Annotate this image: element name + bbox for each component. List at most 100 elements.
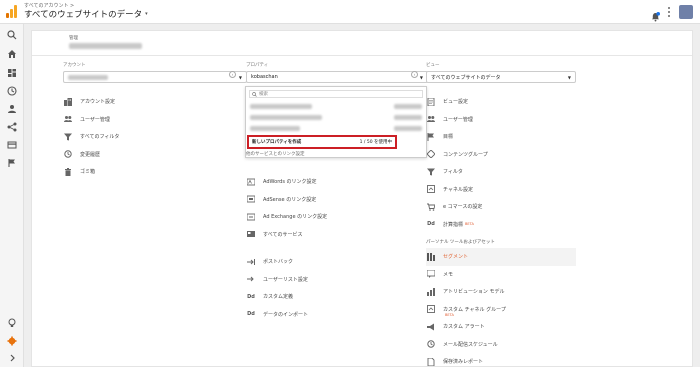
gear-icon[interactable] (7, 336, 17, 346)
menu-item-adwords-link[interactable]: AdWords のリンク設定 (246, 173, 428, 191)
dd-icon: Dd (427, 221, 435, 228)
menu-item-filters[interactable]: フィルタ (426, 163, 576, 181)
dashboard-icon[interactable] (7, 68, 17, 78)
menu-item-goals[interactable]: 目標 (426, 128, 576, 146)
view-column: ビュー すべてのウェブサイトのデータ ▼ ビュー設定 ユーザー管理 目標 コンテ… (426, 62, 576, 367)
view-select[interactable]: すべてのウェブサイトのデータ ▼ (426, 71, 576, 83)
menu-item-custom-channel-grouping[interactable]: カスタム チャネル グループ BETA (426, 301, 576, 319)
menu-item-data-import[interactable]: Dd データのインポート (246, 306, 428, 324)
personal-menu: セグメント メモ アトリビューション モデル カスタム チャネル グループ BE… (426, 248, 576, 367)
property-search-input[interactable]: 検索 (249, 90, 423, 98)
account-column: アカウント ▼ アカウント設定 ユーザー管理 すべてのフィルタ 変更履歴 ゴミ箱 (63, 62, 247, 181)
avatar[interactable] (679, 5, 693, 19)
menu-item-label: 保存済みレポート (443, 359, 484, 366)
more-options-icon[interactable] (667, 7, 671, 17)
menu-item-ecommerce-settings[interactable]: e コマースの設定 (426, 198, 576, 216)
menu-item-custom-alerts[interactable]: カスタム アラート (426, 318, 576, 336)
search-icon (252, 91, 257, 97)
menu-item-label: ポストバック (263, 259, 294, 266)
menu-item-scheduled-emails[interactable]: メール配信スケジュール (426, 336, 576, 354)
dd-icon: Dd (247, 293, 255, 300)
segment-icon (426, 252, 436, 261)
property-menu: AdWords のリンク設定 AdSense のリンク設定 Ad Exchang… (246, 173, 428, 323)
menu-item-trash[interactable]: ゴミ箱 (63, 163, 247, 181)
menu-item-label: コンテンツグループ (443, 151, 488, 158)
grouping-icon (426, 150, 436, 159)
view-select-value: すべてのウェブサイトのデータ (431, 74, 501, 81)
bulb-icon[interactable] (7, 318, 17, 328)
menu-item-view-settings[interactable]: ビュー設定 (426, 93, 576, 111)
view-selector[interactable]: すべてのウェブサイトのデータ ▾ (24, 8, 148, 20)
menu-item-postback[interactable]: ポストバック (246, 253, 428, 271)
admin-panel: 管理 アカウント ▼ アカウント設定 ユーザー管理 すべてのフィルタ 変更履歴 … (31, 30, 693, 367)
menu-item-user-list[interactable]: ユーザーリスト設定 (246, 271, 428, 289)
account-name-redacted (69, 43, 142, 49)
menu-item-label: ユーザー管理 (443, 116, 473, 123)
flow-icon[interactable] (7, 122, 17, 132)
beta-badge: BETA (445, 312, 454, 317)
left-nav-rail (0, 24, 24, 367)
menu-item-label: チャネル設定 (443, 186, 473, 193)
cart-icon (426, 203, 436, 211)
person-icon[interactable] (7, 104, 17, 114)
doc-icon (426, 97, 436, 106)
divider (32, 55, 692, 56)
property-option[interactable] (246, 112, 426, 123)
users-icon (426, 115, 436, 123)
card-icon[interactable] (7, 140, 17, 150)
create-property-label: 新しいプロパティを作成 (252, 140, 302, 145)
view-label: ビュー (426, 63, 440, 68)
menu-item-label: メール配信スケジュール (443, 341, 498, 348)
menu-item-custom-definitions[interactable]: Dd カスタム定義 (246, 288, 428, 306)
account-select[interactable]: ▼ (63, 71, 247, 83)
menu-item-saved-reports[interactable]: 保存済みレポート (426, 353, 576, 367)
clock-icon[interactable] (7, 86, 17, 96)
attribution-icon (426, 287, 436, 296)
menu-item-annotations[interactable]: メモ (426, 266, 576, 284)
search-icon[interactable] (7, 30, 17, 40)
beta-badge: BETA (465, 222, 474, 227)
menu-item-view-users[interactable]: ユーザー管理 (426, 111, 576, 129)
menu-item-adsense-link[interactable]: AdSense のリンク設定 (246, 191, 428, 209)
flag-icon[interactable] (7, 158, 17, 168)
menu-item-label: すべてのサービス (263, 231, 303, 238)
property-option[interactable] (246, 123, 426, 134)
menu-item-segments[interactable]: セグメント (426, 248, 576, 266)
menu-item-channel-settings[interactable]: チャネル設定 (426, 181, 576, 199)
history-icon (63, 150, 73, 158)
menu-item-all-filters[interactable]: すべてのフィルタ (63, 128, 247, 146)
menu-item-user-management[interactable]: ユーザー管理 (63, 111, 247, 129)
menu-item-label: すべてのフィルタ (80, 134, 120, 141)
chevron-right-icon[interactable] (7, 353, 17, 363)
menu-item-all-services[interactable]: すべてのサービス (246, 226, 428, 244)
property-select[interactable]: kobaschan ▼ (246, 71, 428, 83)
adwords-icon (246, 178, 256, 186)
menu-item-label: データのインポート (263, 311, 309, 318)
account-select-redacted (68, 74, 108, 80)
building-icon (63, 97, 73, 106)
menu-item-change-history[interactable]: 変更履歴 (63, 146, 247, 164)
report-icon (426, 357, 436, 366)
caret-down-icon: ▼ (419, 75, 423, 80)
menu-item-label: ゴミ箱 (80, 169, 96, 176)
menu-item-attribution[interactable]: アトリビューション モデル (426, 283, 576, 301)
home-icon[interactable] (7, 49, 17, 59)
channel-icon (426, 185, 436, 194)
view-selector-title: すべてのウェブサイトのデータ (24, 10, 143, 20)
create-property-button[interactable]: 新しいプロパティを作成 1 / 50 を使用中 (247, 135, 397, 149)
postback-icon (246, 258, 256, 266)
clock-icon (426, 340, 436, 348)
menu-item-adexchange-link[interactable]: Ad Exchange のリンク設定 (246, 208, 428, 226)
account-menu: アカウント設定 ユーザー管理 すべてのフィルタ 変更履歴 ゴミ箱 (63, 93, 247, 181)
product-links-header: 他のサービスとのリンク設定 (246, 152, 305, 157)
menu-item-account-settings[interactable]: アカウント設定 (63, 93, 247, 111)
analytics-logo-icon[interactable] (6, 5, 18, 18)
notification-bell-icon[interactable] (651, 7, 660, 22)
property-option[interactable] (246, 101, 426, 112)
menu-item-calculated-metrics[interactable]: Dd 計算指標 BETA (426, 216, 576, 234)
caret-down-icon: ▾ (145, 11, 148, 17)
menu-item-label: AdSense のリンク設定 (263, 196, 317, 203)
menu-item-label: ユーザーリスト設定 (263, 276, 308, 283)
menu-item-content-grouping[interactable]: コンテンツグループ (426, 146, 576, 164)
filter-icon (426, 168, 436, 176)
